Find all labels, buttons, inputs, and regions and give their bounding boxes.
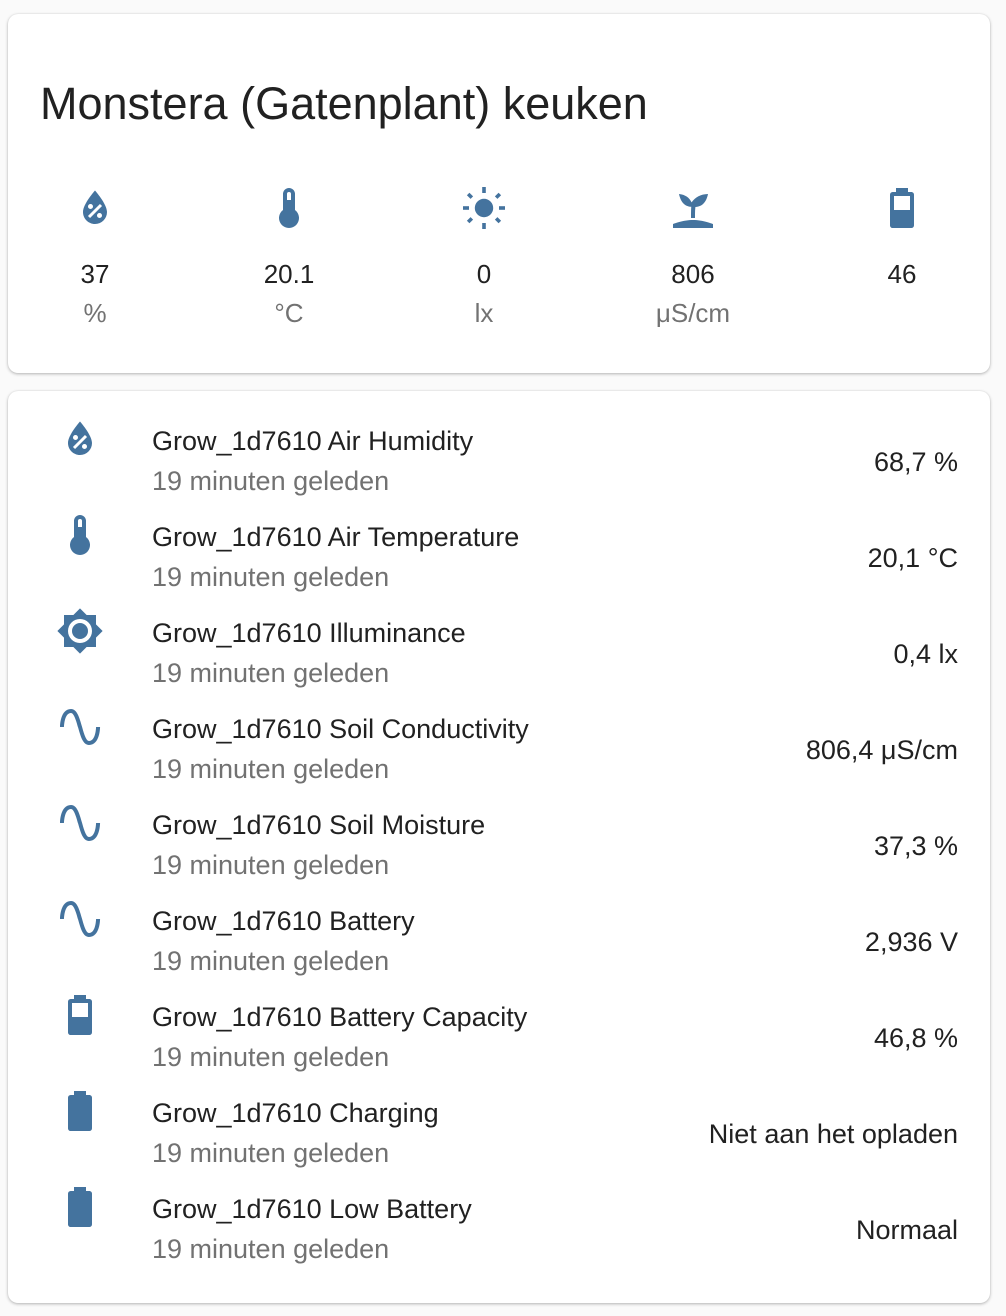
entity-state: 46,8 % [873, 1023, 958, 1053]
entity-state: Niet aan het opladen [708, 1119, 958, 1149]
sensor-unit: lx [474, 298, 494, 328]
card-title: Monstera (Gatenplant) keuken [40, 78, 648, 129]
battery-icon [890, 188, 914, 228]
sine-wave-icon [60, 805, 101, 841]
battery-icon [68, 1091, 92, 1131]
entity-state: Normaal [855, 1215, 958, 1245]
sensor-illuminance[interactable]: 0 lx [424, 184, 544, 328]
entity-name: Grow_1d7610 Soil Moisture [152, 810, 486, 840]
entity-name: Grow_1d7610 Air Humidity [152, 426, 474, 456]
entity-state: 37,3 % [873, 831, 958, 861]
entity-name: Grow_1d7610 Soil Conductivity [152, 714, 529, 744]
battery-icon [68, 1187, 92, 1227]
thermometer-icon [279, 188, 299, 228]
entity-name: Grow_1d7610 Battery Capacity [152, 1002, 528, 1032]
entity-row-air-humidity[interactable]: Grow_1d7610 Air Humidity 19 minuten gele… [8, 391, 990, 496]
sensor-conductivity[interactable]: 806 μS/cm [633, 184, 753, 328]
sensor-unit: μS/cm [655, 298, 731, 328]
entity-state: 0,4 lx [893, 639, 958, 669]
water-percent-icon [83, 190, 107, 224]
entity-row-charging[interactable]: Grow_1d7610 Charging 19 minuten geleden … [8, 1063, 990, 1168]
entity-row-illuminance[interactable]: Grow_1d7610 Illuminance 19 minuten geled… [8, 583, 990, 688]
sprout-icon [673, 194, 713, 228]
entity-row-low-battery[interactable]: Grow_1d7610 Low Battery 19 minuten geled… [8, 1159, 990, 1264]
entity-name: Grow_1d7610 Low Battery [152, 1194, 472, 1224]
entity-name: Grow_1d7610 Charging [152, 1098, 439, 1128]
sine-wave-icon [60, 709, 101, 745]
sensor-value: 806 [671, 259, 715, 289]
entity-row-battery-voltage[interactable]: Grow_1d7610 Battery 19 minuten geleden 2… [8, 871, 990, 976]
sensor-value: 0 [476, 259, 492, 289]
entity-state: 68,7 % [873, 447, 958, 477]
sensor-unit: % [83, 298, 107, 328]
entity-state: 2,936 V [864, 927, 958, 957]
entity-name: Grow_1d7610 Battery [152, 906, 415, 936]
entity-row-soil-conductivity[interactable]: Grow_1d7610 Soil Conductivity 19 minuten… [8, 679, 990, 784]
brightness-icon [57, 608, 103, 654]
sensor-temperature[interactable]: 20.1 °C [229, 184, 349, 328]
sensor-summary: 37 % 20.1 °C 0 lx 806 μS/cm 46 [8, 184, 990, 344]
entity-row-soil-moisture[interactable]: Grow_1d7610 Soil Moisture 19 minuten gel… [8, 775, 990, 880]
sensor-value: 46 [887, 259, 917, 289]
battery-50-icon [68, 995, 92, 1035]
sensor-unit: °C [274, 298, 304, 328]
sensor-value: 20.1 [263, 259, 315, 289]
sine-wave-icon [60, 901, 101, 937]
thermometer-icon [70, 515, 90, 555]
entity-name: Grow_1d7610 Air Temperature [152, 522, 520, 552]
sensor-humidity[interactable]: 37 % [35, 184, 155, 328]
sensor-value: 37 [80, 259, 110, 289]
entities-card: Grow_1d7610 Air Humidity 19 minuten gele… [8, 391, 990, 1303]
entity-state: 806,4 μS/cm [805, 735, 958, 765]
water-percent-icon [68, 421, 92, 455]
plant-card: Monstera (Gatenplant) keuken 37 % 20.1 °… [8, 14, 990, 373]
entity-last-changed: 19 minuten geleden [152, 1234, 390, 1264]
sensor-battery[interactable]: 46 [842, 184, 962, 298]
entity-name: Grow_1d7610 Illuminance [152, 618, 466, 648]
white-balance-sunny-icon [463, 187, 505, 229]
entity-row-battery-capacity[interactable]: Grow_1d7610 Battery Capacity 19 minuten … [8, 967, 990, 1072]
entity-row-air-temperature[interactable]: Grow_1d7610 Air Temperature 19 minuten g… [8, 487, 990, 592]
entity-state: 20,1 °C [867, 543, 958, 573]
